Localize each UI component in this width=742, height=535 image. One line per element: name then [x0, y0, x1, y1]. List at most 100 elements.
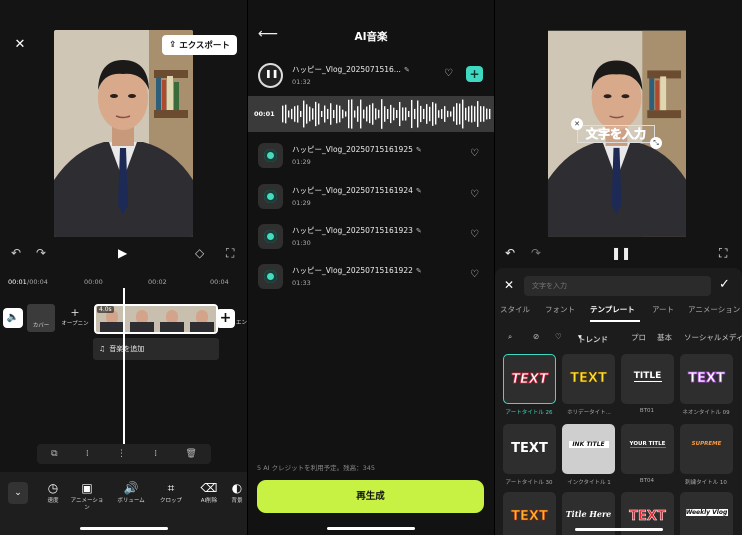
- tab-animation[interactable]: アニメーション: [688, 304, 740, 315]
- edit-icon[interactable]: ✎: [404, 66, 410, 74]
- editor-screen: ✕ ⇪ エクスポート ↶ ↷ ▶ ◇ ⛶ 00:01 /00:04 00:00 …: [0, 0, 247, 535]
- heart-icon[interactable]: ♡: [470, 229, 479, 240]
- none-icon[interactable]: ⊘: [533, 332, 539, 341]
- filter-social[interactable]: ソーシャルメディア: [684, 332, 742, 343]
- waveform-bar: [486, 108, 488, 120]
- filter-basic[interactable]: 基本: [657, 332, 672, 343]
- heart-icon[interactable]: ♡: [470, 189, 479, 200]
- edit-icon[interactable]: ✎: [416, 146, 422, 154]
- pause-icon[interactable]: [258, 63, 283, 88]
- template-item[interactable]: INK TITLE: [562, 424, 615, 474]
- redo-icon[interactable]: ↷: [531, 246, 541, 260]
- tick-label: 00:04: [210, 278, 229, 286]
- song-item[interactable]: ハッピー_Vlog_20250715161924 ✎ 01:29 ♡: [248, 181, 494, 215]
- search-icon[interactable]: ⌕: [508, 332, 512, 342]
- delete-icon[interactable]: 🗑: [185, 449, 196, 459]
- heart-icon[interactable]: ♡: [555, 332, 562, 341]
- undo-icon[interactable]: ↶: [11, 246, 21, 260]
- close-icon[interactable]: ✕: [504, 278, 514, 292]
- waveform-bar: [420, 105, 422, 123]
- add-music-button[interactable]: ♫ 音楽を追加: [93, 338, 219, 360]
- split-left-icon[interactable]: ⁞: [86, 449, 89, 459]
- filter-pro[interactable]: プロ: [631, 332, 646, 343]
- tool-animation[interactable]: ▣ アニメーション: [70, 480, 104, 512]
- tab-style[interactable]: スタイル: [500, 304, 530, 315]
- playhead[interactable]: [123, 288, 125, 444]
- redo-icon[interactable]: ↷: [36, 246, 46, 260]
- waveform-bar: [384, 106, 386, 122]
- resize-icon[interactable]: ⤡: [650, 137, 662, 149]
- home-indicator: [327, 527, 415, 530]
- cover-button[interactable]: カバー: [27, 304, 55, 332]
- waveform-bar: [330, 103, 332, 125]
- close-icon[interactable]: ✕: [571, 118, 583, 130]
- play-icon[interactable]: ▶: [118, 246, 127, 260]
- tab-art[interactable]: アート: [652, 304, 674, 315]
- chevron-down-icon[interactable]: ⌄: [8, 482, 28, 504]
- waveform-bar: [300, 110, 302, 118]
- fullscreen-icon[interactable]: ⛶: [719, 246, 727, 261]
- add-song-button[interactable]: +: [466, 66, 483, 82]
- check-icon[interactable]: ✓: [719, 277, 730, 292]
- tool-volume[interactable]: 🔊 ボリューム: [114, 480, 148, 505]
- waveform-player[interactable]: 00:01: [248, 96, 494, 132]
- template-item[interactable]: Weekly Vlog: [680, 492, 733, 535]
- song-item[interactable]: ハッピー_Vlog_20250715161923 ✎ 01:30 ♡: [248, 221, 494, 255]
- tab-template[interactable]: テンプレート: [590, 304, 635, 315]
- waveform-bar: [369, 104, 371, 124]
- heart-icon[interactable]: ♡: [470, 269, 479, 280]
- waveform-bar: [282, 105, 284, 123]
- waveform-bar: [363, 109, 365, 119]
- tool-bar: ⌄ ◷ 速度 ▣ アニメーション 🔊 ボリューム ⌗ クロップ ⌫ AI削除 ◐ 背景: [0, 472, 247, 535]
- filter-trend[interactable]: トレンド ▾: [578, 332, 608, 344]
- keyframe-icon[interactable]: ◇: [195, 246, 204, 260]
- template-item[interactable]: TEXT: [503, 354, 556, 404]
- text-overlay[interactable]: 文字を入力: [577, 125, 655, 143]
- tool-background[interactable]: ◐ 背景: [226, 480, 247, 505]
- tool-speed[interactable]: ◷ 速度: [36, 480, 70, 505]
- playing-time: 00:01: [254, 110, 275, 118]
- plus-icon: +: [70, 306, 80, 319]
- copy-icon[interactable]: ⧉: [51, 449, 57, 459]
- tool-ai-erase[interactable]: ⌫ AI削除: [192, 480, 226, 505]
- speed-icon: ◷: [47, 481, 59, 495]
- waveform-bar: [342, 109, 344, 119]
- tab-font[interactable]: フォント: [545, 304, 575, 315]
- edit-icon[interactable]: ✎: [416, 187, 422, 195]
- waveform-bar: [345, 111, 347, 117]
- template-item[interactable]: TEXT: [503, 492, 556, 535]
- regenerate-button[interactable]: 再生成: [257, 480, 484, 513]
- template-item[interactable]: TITLE: [621, 354, 674, 404]
- split-right-icon[interactable]: ⁞: [154, 449, 157, 459]
- waveform-bar: [375, 108, 377, 120]
- template-item[interactable]: TEXT: [503, 424, 556, 474]
- template-item[interactable]: TEXT: [680, 354, 733, 404]
- song-item[interactable]: ハッピー_Vlog_2025071516...✎ 01:32 ♡ +: [248, 60, 494, 94]
- close-icon[interactable]: ✕: [11, 36, 29, 54]
- heart-icon[interactable]: ♡: [444, 68, 453, 79]
- export-button[interactable]: ⇪ エクスポート: [162, 35, 237, 55]
- tool-crop[interactable]: ⌗ クロップ: [154, 480, 188, 505]
- undo-icon[interactable]: ↶: [505, 246, 515, 260]
- waveform-bar: [312, 108, 314, 120]
- waveform-bar: [465, 107, 467, 121]
- template-item[interactable]: TEXT: [562, 354, 615, 404]
- waveform-bar: [447, 110, 449, 118]
- mute-icon[interactable]: 🔈: [3, 308, 23, 328]
- add-clip-button[interactable]: +: [216, 309, 235, 328]
- template-item[interactable]: YOUR TITLE: [621, 424, 674, 474]
- opening-button[interactable]: + オープニン: [60, 306, 90, 332]
- waveform-bar: [435, 103, 437, 125]
- edit-icon[interactable]: ✎: [416, 227, 422, 235]
- edit-icon[interactable]: ✎: [416, 267, 422, 275]
- song-item[interactable]: ハッピー_Vlog_20250715161925 ✎ 01:29 ♡: [248, 140, 494, 174]
- split-icon[interactable]: ⋮: [117, 449, 126, 459]
- waveform-bar: [396, 110, 398, 118]
- heart-icon[interactable]: ♡: [470, 148, 479, 159]
- text-input[interactable]: 文字を入力: [524, 276, 711, 296]
- pause-icon[interactable]: ❚❚: [611, 246, 631, 260]
- song-item[interactable]: ハッピー_Vlog_20250715161922 ✎ 01:33 ♡: [248, 261, 494, 295]
- fullscreen-icon[interactable]: ⛶: [226, 246, 234, 261]
- waveform-bar: [315, 101, 317, 127]
- template-item[interactable]: SUPREME: [680, 424, 733, 474]
